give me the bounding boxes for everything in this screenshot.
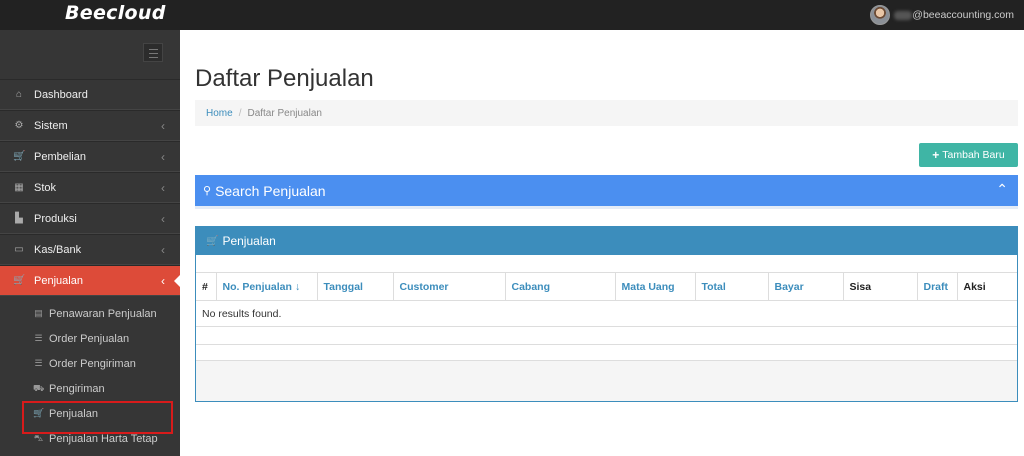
- add-new-label: Tambah Baru: [942, 149, 1005, 161]
- cart-icon: 🛒: [33, 408, 45, 418]
- sidebar-item-label: Kas/Bank: [34, 243, 82, 256]
- sidebar-toggle-button[interactable]: [143, 43, 163, 62]
- column-header-mata-uang[interactable]: Mata Uang: [615, 272, 696, 301]
- submenu-item-pengiriman[interactable]: ⛟ Pengiriman: [0, 376, 180, 401]
- top-navbar: Beecloud @beeaccounting.com: [0, 0, 1024, 30]
- home-icon: ⌂: [15, 89, 23, 100]
- user-email[interactable]: @beeaccounting.com: [912, 9, 1014, 21]
- sidebar-item-pembelian[interactable]: 🛒 Pembelian ‹: [0, 141, 180, 172]
- search-panel-header[interactable]: ⚲ Search Penjualan ⌃: [195, 175, 1018, 206]
- search-panel-body: [195, 206, 1018, 209]
- cart-icon: 🛒: [13, 275, 26, 286]
- column-header-aksi: Aksi: [957, 272, 1017, 301]
- avatar[interactable]: [870, 5, 891, 25]
- submenu-item-label: Order Pengiriman: [49, 357, 136, 370]
- column-header-bayar[interactable]: Bayar: [768, 272, 844, 301]
- submenu-item-label: Pengiriman: [49, 382, 105, 395]
- breadcrumb-current: Daftar Penjualan: [247, 107, 322, 119]
- sidebar-item-kas-bank[interactable]: ▭ Kas/Bank ‹: [0, 234, 180, 265]
- breadcrumb: Home / Daftar Penjualan: [195, 100, 1018, 126]
- breadcrumb-home-link[interactable]: Home: [206, 108, 233, 119]
- column-header-customer[interactable]: Customer: [393, 272, 506, 301]
- sidebar-item-label: Penjualan: [34, 274, 83, 287]
- sales-table: # No. Penjualan ↓ Tanggal Customer Cabang…: [196, 272, 1017, 327]
- column-header-draft[interactable]: Draft: [917, 272, 958, 301]
- column-header-tanggal[interactable]: Tanggal: [317, 272, 394, 301]
- sidebar-item-label: Dashboard: [34, 88, 88, 101]
- page-title: Daftar Penjualan: [195, 65, 374, 92]
- chevron-left-icon: ‹: [161, 150, 165, 164]
- card-icon: ▤: [34, 308, 43, 318]
- chevron-left-icon: ‹: [161, 212, 165, 226]
- submenu-item-penawaran-penjualan[interactable]: ▤ Penawaran Penjualan: [0, 301, 180, 326]
- penjualan-panel: 🛒 Penjualan # No. Penjualan ↓ Tanggal Cus…: [195, 226, 1018, 402]
- column-header-number: #: [196, 272, 217, 301]
- empty-message: No results found.: [196, 300, 1017, 327]
- search-icon: ⚲: [203, 185, 212, 197]
- truck-icon: ⛟: [33, 382, 45, 393]
- main-content: Daftar Penjualan Home / Daftar Penjualan…: [180, 30, 1024, 456]
- sidebar-item-produksi[interactable]: ▙ Produksi ‹: [0, 203, 180, 234]
- sort-icon[interactable]: ↓: [295, 281, 300, 293]
- submenu-item-penjualan-harta-tetap[interactable]: ⛍ Penjualan Harta Tetap: [0, 426, 180, 451]
- sidebar-item-label: Produksi: [34, 212, 77, 225]
- list-alt-icon: ☰: [34, 358, 43, 368]
- collapse-chevron-icon[interactable]: ⌃: [996, 181, 1008, 198]
- sidebar-menu: ⌂ Dashboard ⚙ Sistem ‹ 🛒 Pembelian ‹ ▦ S…: [0, 79, 181, 451]
- panel-title: Penjualan: [222, 234, 276, 248]
- sidebar-item-sistem[interactable]: ⚙ Sistem ‹: [0, 110, 180, 141]
- table-row: No results found.: [196, 300, 1017, 327]
- submenu-item-label: Penjualan Harta Tetap: [49, 432, 158, 445]
- column-header-no-penjualan[interactable]: No. Penjualan ↓: [216, 272, 318, 301]
- add-new-button[interactable]: + Tambah Baru: [919, 143, 1018, 167]
- chevron-left-icon: ‹: [161, 119, 165, 133]
- box-icon: ▦: [14, 182, 24, 193]
- sidebar-item-label: Sistem: [34, 119, 68, 132]
- cart-icon: 🛒: [206, 235, 219, 247]
- plus-icon: +: [932, 148, 940, 162]
- column-header-total[interactable]: Total: [695, 272, 769, 301]
- search-panel-title: Search Penjualan: [215, 182, 326, 199]
- car-icon: ⛍: [33, 432, 44, 443]
- submenu-item-order-penjualan[interactable]: ☰ Order Penjualan: [0, 326, 180, 351]
- app-logo[interactable]: Beecloud: [65, 2, 166, 24]
- redacted-username: [894, 10, 913, 20]
- table-header-row: # No. Penjualan ↓ Tanggal Customer Cabang…: [196, 272, 1017, 301]
- cogs-icon: ⚙: [14, 120, 24, 131]
- chevron-left-icon: ‹: [161, 181, 165, 195]
- column-header-sisa: Sisa: [843, 272, 918, 301]
- sidebar-item-dashboard[interactable]: ⌂ Dashboard: [0, 79, 180, 110]
- chevron-left-icon: ‹: [161, 243, 165, 257]
- user-menu[interactable]: @beeaccounting.com: [870, 4, 1014, 26]
- chevron-left-icon: ‹: [161, 274, 165, 288]
- column-header-cabang[interactable]: Cabang: [505, 272, 616, 301]
- sidebar: ⌂ Dashboard ⚙ Sistem ‹ 🛒 Pembelian ‹ ▦ S…: [0, 30, 181, 456]
- table-footer-row: [196, 345, 1017, 361]
- list-icon: ☰: [34, 333, 43, 343]
- panel-footer: [196, 361, 1017, 401]
- table-footer-row: [196, 328, 1017, 345]
- cart-icon: 🛒: [13, 151, 26, 162]
- submenu-item-order-pengiriman[interactable]: ☰ Order Pengiriman: [0, 351, 180, 376]
- submenu-item-label: Penjualan: [49, 407, 98, 420]
- factory-icon: ▙: [15, 213, 23, 224]
- submenu-item-penjualan[interactable]: 🛒 Penjualan: [0, 401, 180, 434]
- submenu-item-label: Penawaran Penjualan: [49, 307, 157, 320]
- submenu-item-label: Order Penjualan: [49, 332, 130, 345]
- sidebar-item-label: Stok: [34, 181, 57, 194]
- panel-header: 🛒 Penjualan: [196, 227, 1017, 255]
- sidebar-item-label: Pembelian: [34, 150, 86, 163]
- money-icon: ▭: [14, 244, 24, 255]
- sidebar-item-stok[interactable]: ▦ Stok ‹: [0, 172, 180, 203]
- sidebar-item-penjualan[interactable]: 🛒 Penjualan ‹: [0, 265, 181, 296]
- hamburger-icon: [149, 49, 158, 50]
- breadcrumb-separator: /: [238, 107, 242, 119]
